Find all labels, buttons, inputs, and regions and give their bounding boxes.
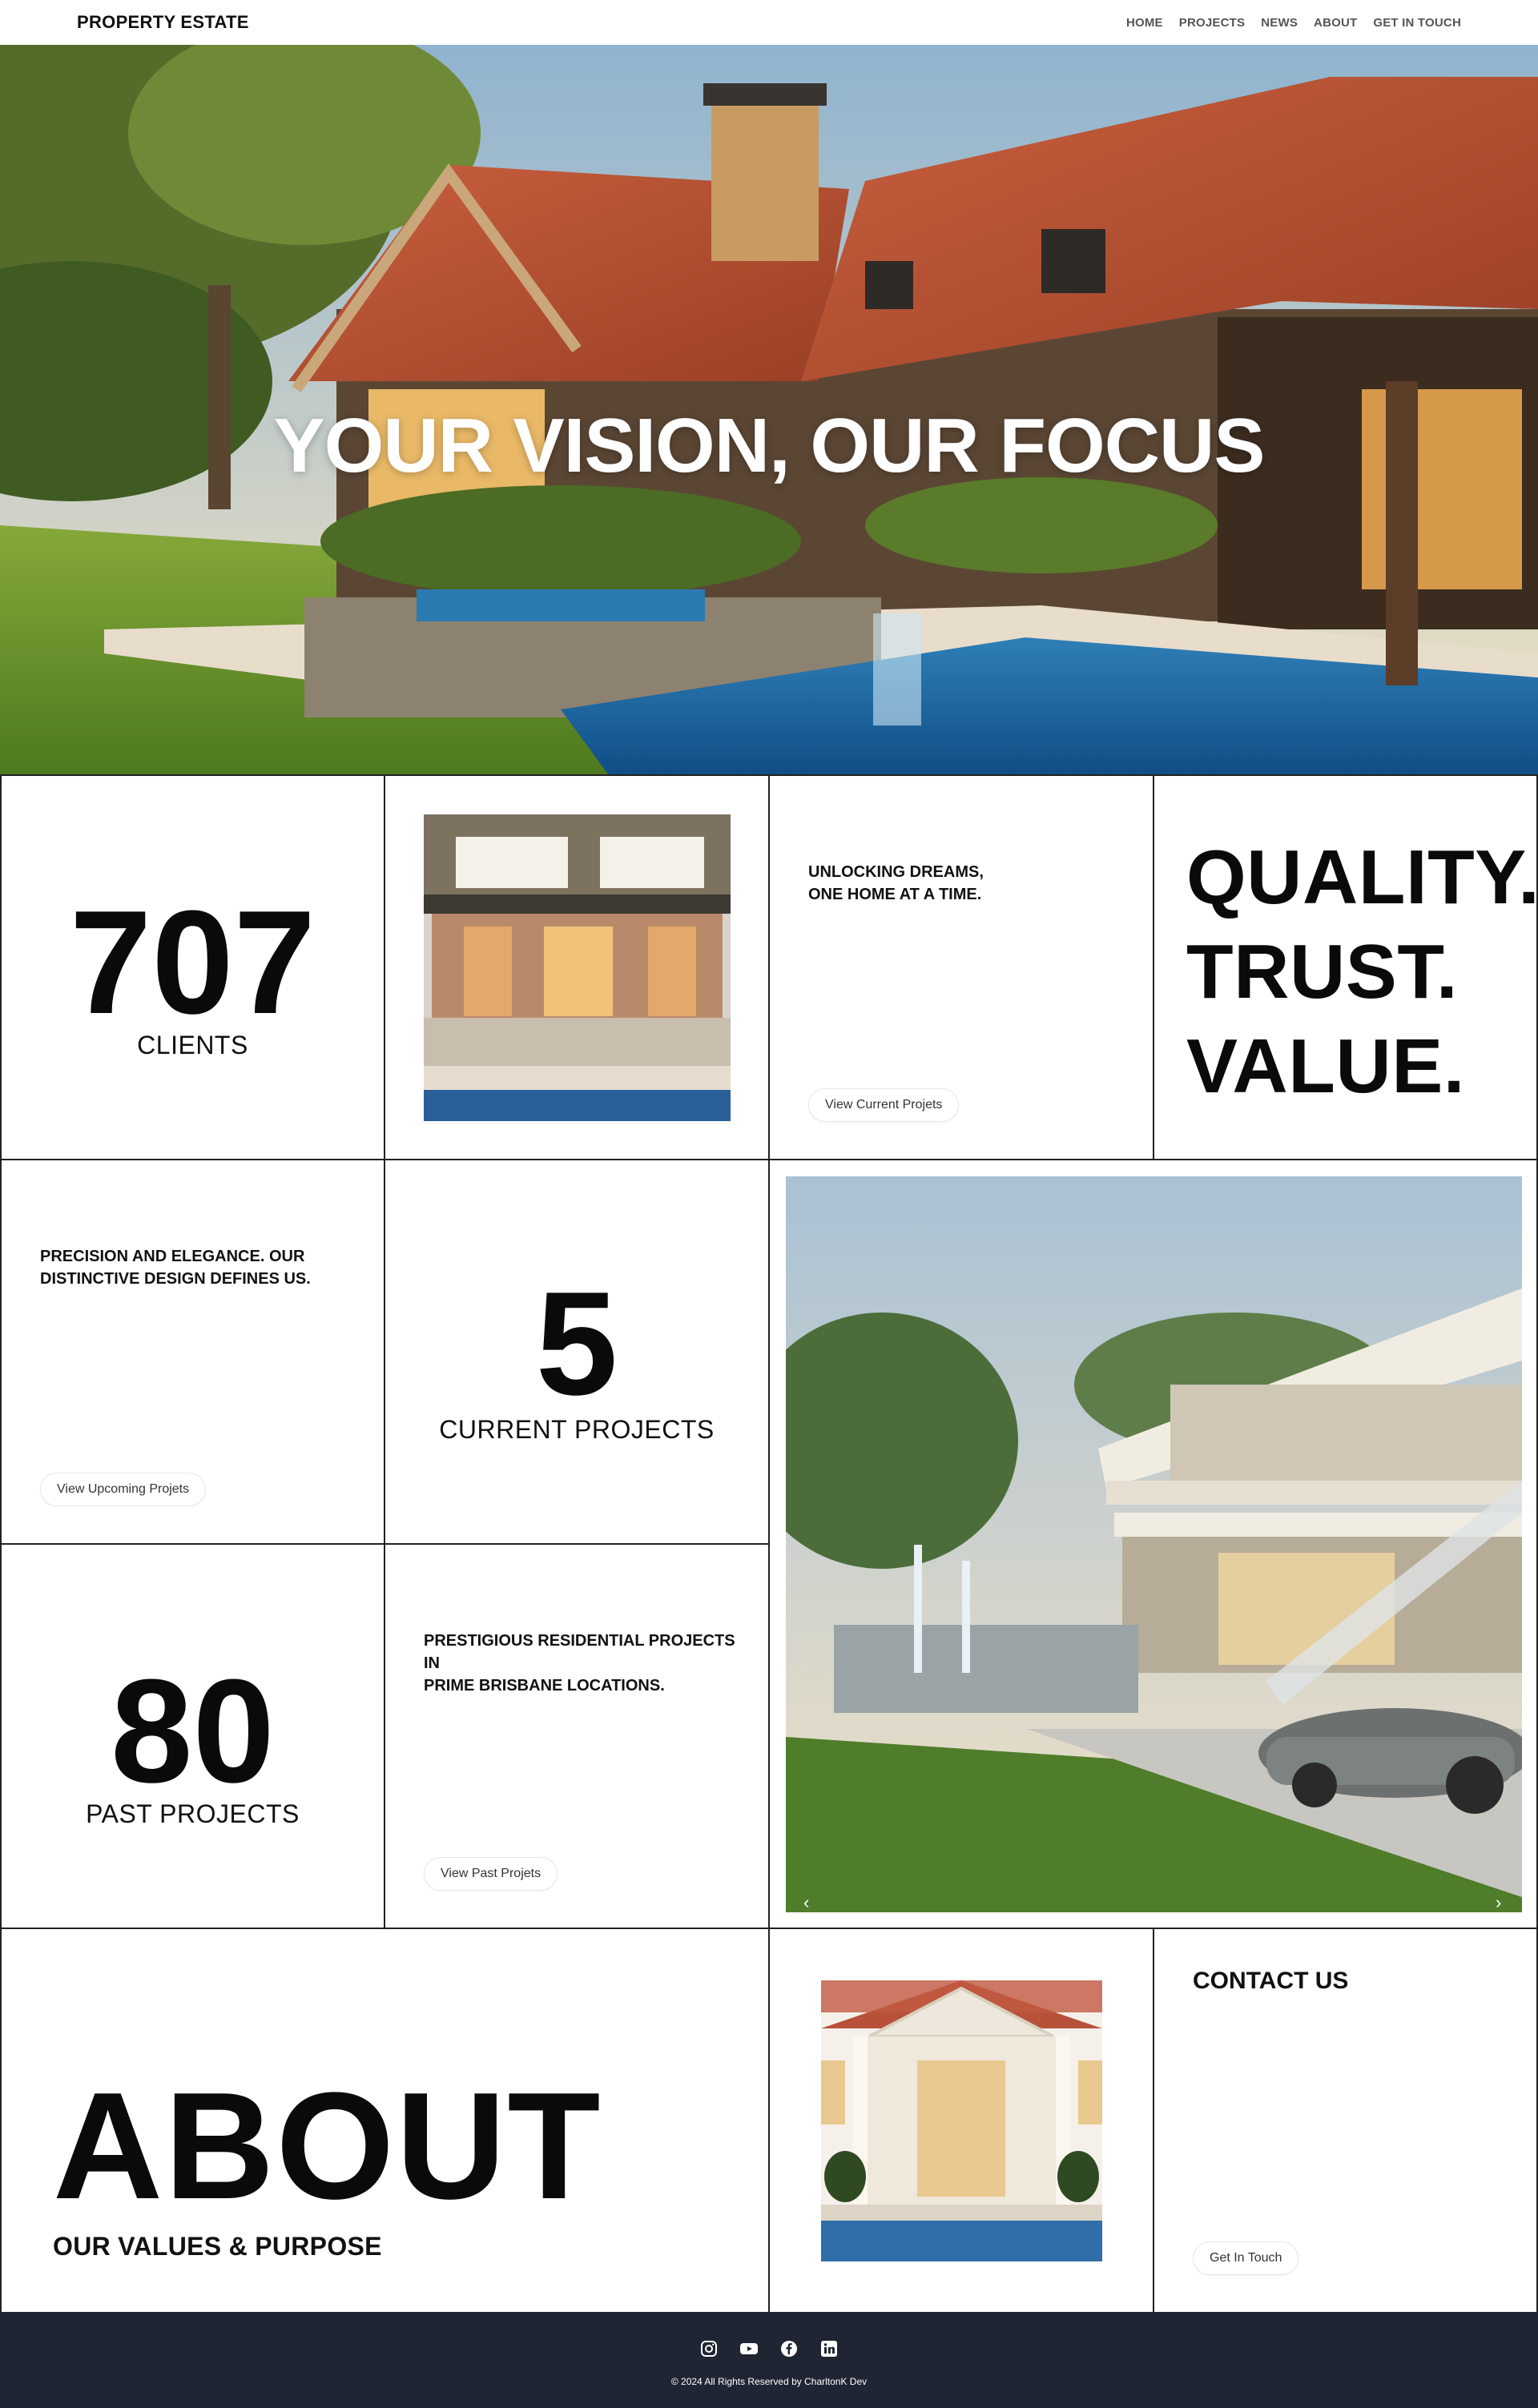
carousel-prev-arrow[interactable]: ‹ [803, 1892, 809, 1913]
carousel-next-arrow[interactable]: › [1496, 1892, 1501, 1913]
linkedin-icon[interactable] [819, 2339, 839, 2358]
clients-label: CLIENTS [137, 1031, 248, 1059]
current-projects-stat-card: 5 CURRENT PROJECTS [384, 1159, 770, 1545]
clients-count: 707 [70, 879, 316, 1044]
villa-photo-card [768, 1928, 1154, 2314]
youtube-icon[interactable] [739, 2339, 759, 2358]
house-photo [424, 814, 731, 1121]
past-projects-count: 80 [111, 1648, 275, 1813]
prestigious-line-2: PRIME BRISBANE LOCATIONS. [424, 1677, 665, 1694]
dreams-card: UNLOCKING DREAMS, ONE HOME AT A TIME. Vi… [768, 774, 1154, 1160]
facebook-icon[interactable] [779, 2339, 799, 2358]
hero-section: YOUR VISION, OUR FOCUS [0, 45, 1538, 775]
prestigious-card: PRESTIGIOUS RESIDENTIAL PROJECTS IN PRIM… [384, 1543, 770, 1929]
nav-about[interactable]: ABOUT [1314, 16, 1357, 30]
instagram-icon[interactable] [699, 2339, 719, 2358]
precision-line-1: PRECISION AND ELEGANCE. OUR [40, 1248, 305, 1265]
quality-line-1: QUALITY. [1186, 834, 1538, 920]
precision-card: PRECISION AND ELEGANCE. OUR DISTINCTIVE … [0, 1159, 385, 1545]
current-projects-count: 5 [535, 1260, 618, 1425]
about-subtitle: OUR VALUES & PURPOSE [53, 2232, 382, 2261]
about-card[interactable]: ABOUT OUR VALUES & PURPOSE [0, 1928, 770, 2314]
dreams-line-2: ONE HOME AT A TIME. [808, 886, 982, 903]
quality-statement: QUALITY. TRUST. VALUE. [1186, 830, 1538, 1114]
featured-carousel: ‹ › [768, 1159, 1538, 1929]
quality-card: QUALITY. TRUST. VALUE. [1153, 774, 1538, 1160]
precision-text: PRECISION AND ELEGANCE. OUR DISTINCTIVE … [40, 1245, 360, 1290]
contact-title: CONTACT US [1193, 1968, 1349, 1994]
nav-news[interactable]: NEWS [1261, 16, 1298, 30]
nav-get-in-touch[interactable]: GET IN TOUCH [1373, 16, 1461, 30]
copyright-text: © 2024 All Rights Reserved by CharltonK … [670, 2376, 868, 2387]
dreams-text: UNLOCKING DREAMS, ONE HOME AT A TIME. [808, 861, 1129, 906]
past-projects-label: PAST PROJECTS [86, 1799, 300, 1828]
view-upcoming-projects-button[interactable]: View Upcoming Projets [40, 1473, 207, 1506]
view-current-projects-button[interactable]: View Current Projets [808, 1088, 960, 1122]
prestigious-text: PRESTIGIOUS RESIDENTIAL PROJECTS IN PRIM… [424, 1630, 744, 1697]
current-projects-label: CURRENT PROJECTS [439, 1415, 715, 1444]
main-menu: HOME PROJECTS NEWS ABOUT GET IN TOUCH [1126, 16, 1461, 30]
brand-logo[interactable]: PROPERTY ESTATE [77, 12, 249, 33]
contact-card: CONTACT US Get In Touch [1153, 1928, 1538, 2314]
nav-projects[interactable]: PROJECTS [1179, 16, 1245, 30]
carousel-image [786, 1176, 1522, 1912]
get-in-touch-button[interactable]: Get In Touch [1193, 2241, 1299, 2275]
nav-home[interactable]: HOME [1126, 16, 1163, 30]
quality-line-2: TRUST. [1186, 929, 1458, 1015]
prestigious-line-1: PRESTIGIOUS RESIDENTIAL PROJECTS IN [424, 1632, 735, 1672]
hero-title: YOUR VISION, OUR FOCUS [273, 403, 1266, 488]
quality-line-3: VALUE. [1186, 1023, 1465, 1109]
dreams-line-1: UNLOCKING DREAMS, [808, 863, 984, 881]
past-projects-stat-card: 80 PAST PROJECTS [0, 1543, 385, 1929]
view-past-projects-button[interactable]: View Past Projets [424, 1857, 558, 1891]
precision-line-2: DISTINCTIVE DESIGN DEFINES US. [40, 1270, 311, 1288]
villa-photo [821, 1980, 1102, 2261]
clients-stat-card: 707 CLIENTS [0, 774, 385, 1160]
top-navbar: PROPERTY ESTATE HOME PROJECTS NEWS ABOUT… [0, 0, 1538, 45]
about-title: ABOUT [53, 2061, 602, 2231]
social-links [0, 2339, 1538, 2358]
house-photo-card [384, 774, 770, 1160]
footer: © 2024 All Rights Reserved by CharltonK … [0, 2312, 1538, 2408]
